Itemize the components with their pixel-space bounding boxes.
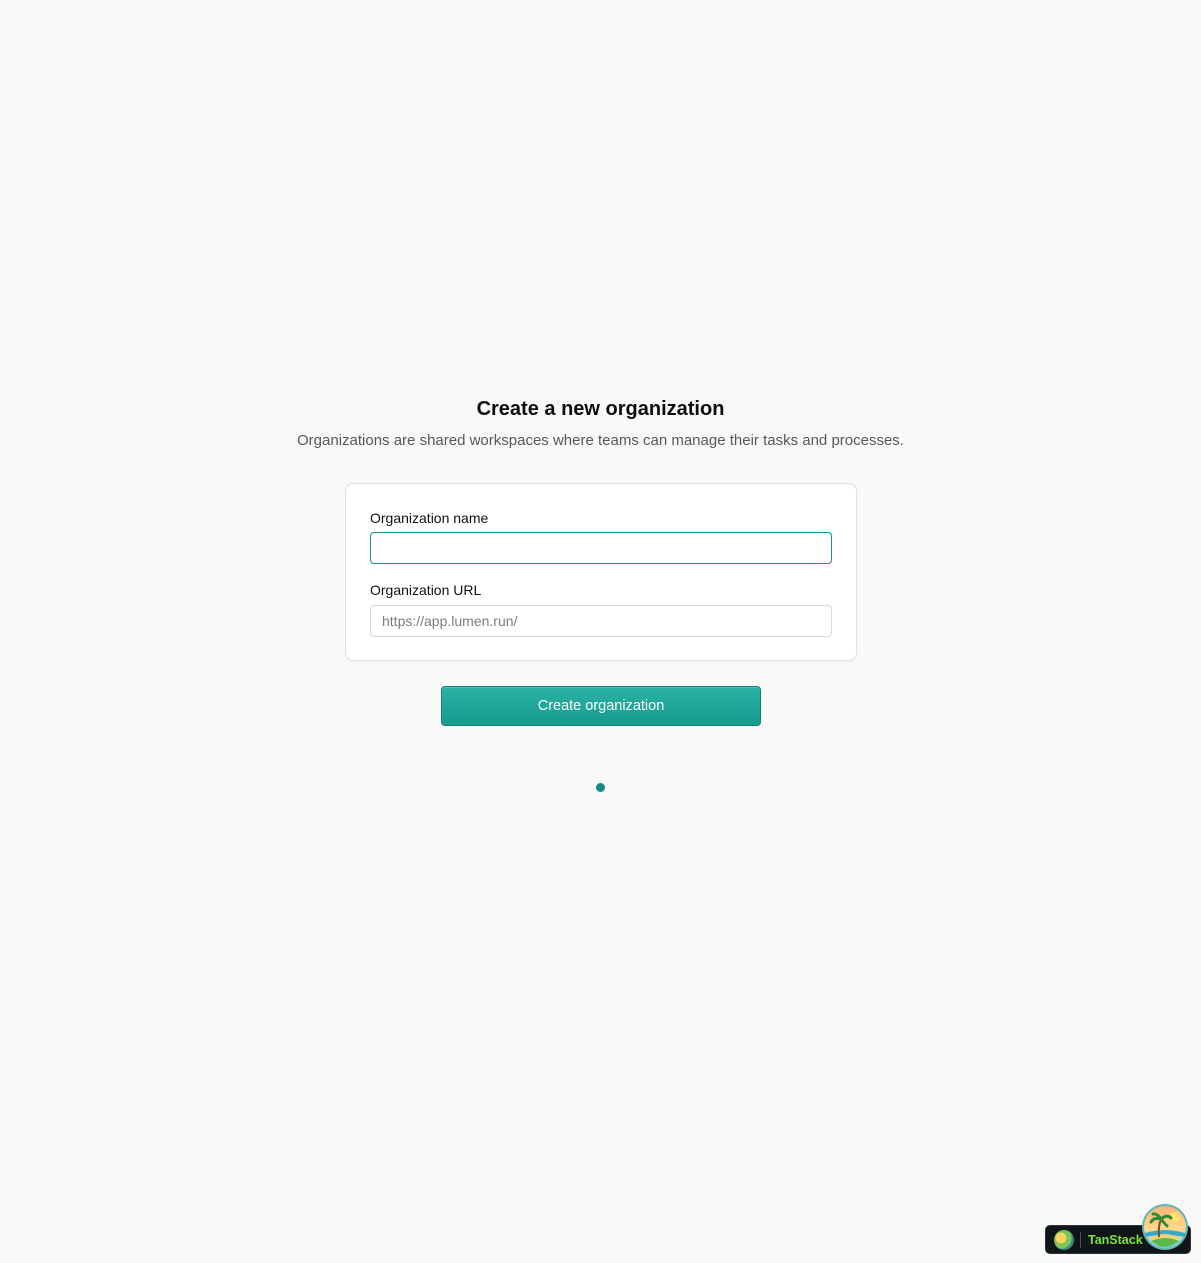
create-organization-button[interactable]: Create organization (441, 686, 761, 726)
create-organization-page: Create a new organization Organizations … (0, 0, 1201, 1263)
devtools-separator (1080, 1232, 1081, 1248)
organization-form-card: Organization name Organization URL (345, 483, 857, 661)
tanstack-small-logo-icon (1054, 1230, 1074, 1250)
step-indicator-dot (596, 783, 605, 792)
organization-name-label: Organization name (370, 510, 489, 526)
organization-url-label: Organization URL (370, 582, 482, 598)
organization-name-input[interactable] (370, 532, 832, 564)
tanstack-island-logo-icon[interactable] (1141, 1203, 1189, 1251)
page-subtitle: Organizations are shared workspaces wher… (297, 432, 904, 449)
tanstack-label: TanStack (1088, 1233, 1143, 1247)
organization-url-input[interactable] (370, 605, 832, 637)
page-title: Create a new organization (476, 398, 725, 420)
